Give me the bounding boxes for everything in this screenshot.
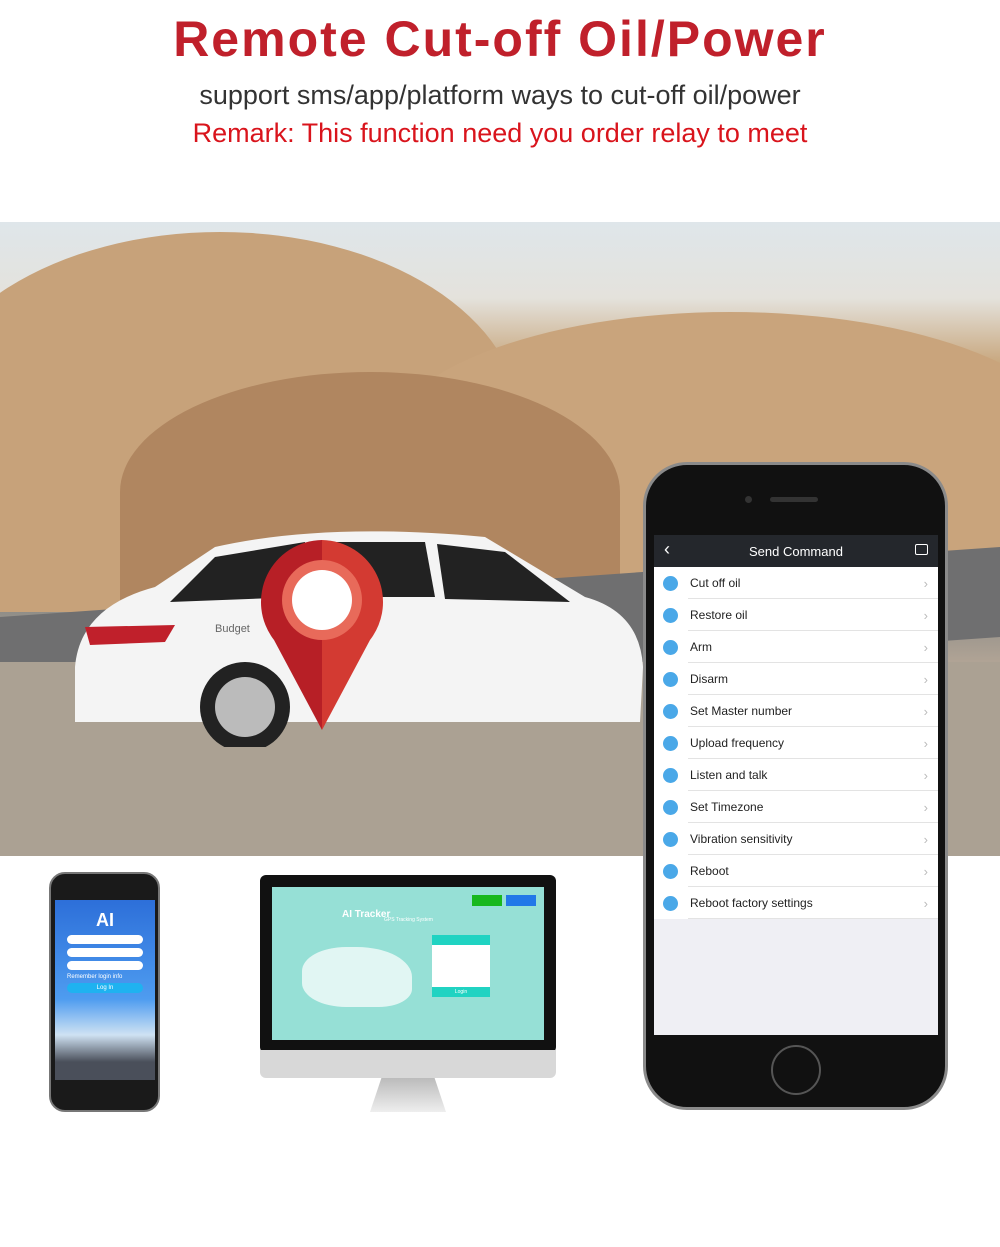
chevron-right-icon: › bbox=[923, 703, 928, 719]
command-item[interactable]: Listen and talk › bbox=[654, 759, 938, 791]
command-item[interactable]: Reboot › bbox=[654, 855, 938, 887]
subtitle: support sms/app/platform ways to cut-off… bbox=[199, 80, 801, 110]
username-field[interactable] bbox=[67, 935, 143, 944]
command-item[interactable]: Upload frequency › bbox=[654, 727, 938, 759]
app-title: Send Command bbox=[749, 543, 843, 559]
chevron-right-icon: › bbox=[923, 639, 928, 655]
command-item[interactable]: Arm › bbox=[654, 631, 938, 663]
chevron-right-icon: › bbox=[923, 607, 928, 623]
platform-login-button[interactable]: Login bbox=[432, 987, 490, 997]
world-map bbox=[302, 947, 412, 1007]
phone-icon bbox=[663, 703, 678, 719]
monitor-chin bbox=[260, 1050, 556, 1078]
oil-icon bbox=[663, 575, 678, 591]
command-label: Listen and talk bbox=[690, 768, 768, 782]
command-label: Set Timezone bbox=[690, 800, 764, 814]
monitor-icon bbox=[663, 863, 678, 879]
command-label: Disarm bbox=[690, 672, 728, 686]
platform-screen: AI Tracker GPS Tracking System Login bbox=[272, 887, 544, 1040]
app-header: ‹ Send Command bbox=[654, 535, 938, 567]
command-label: Cut off oil bbox=[690, 576, 741, 590]
command-label: Vibration sensitivity bbox=[690, 832, 793, 846]
chevron-right-icon: › bbox=[923, 863, 928, 879]
command-label: Restore oil bbox=[690, 608, 748, 622]
command-item[interactable]: Set Timezone › bbox=[654, 791, 938, 823]
command-item[interactable]: Reboot factory settings › bbox=[654, 887, 938, 919]
vibration-icon bbox=[663, 831, 678, 847]
home-button[interactable] bbox=[771, 1045, 821, 1095]
chevron-right-icon: › bbox=[923, 895, 928, 911]
message-icon[interactable] bbox=[915, 544, 928, 555]
monitor-stand bbox=[370, 1078, 446, 1112]
location-pin-icon bbox=[260, 540, 384, 730]
send-command-screen: ‹ Send Command Cut off oil › Restore oil › A… bbox=[654, 535, 938, 1035]
android-button[interactable] bbox=[472, 895, 502, 906]
moon-icon bbox=[663, 799, 678, 815]
oil-icon bbox=[663, 607, 678, 623]
chevron-right-icon: › bbox=[923, 671, 928, 687]
remember-checkbox[interactable]: Remember login info bbox=[67, 974, 143, 980]
command-item[interactable]: Restore oil › bbox=[654, 599, 938, 631]
camera bbox=[745, 496, 752, 503]
login-button[interactable]: Log In bbox=[67, 983, 143, 993]
chevron-right-icon: › bbox=[923, 735, 928, 751]
settings-icon bbox=[663, 895, 678, 911]
chevron-right-icon: › bbox=[923, 575, 928, 591]
password-field[interactable] bbox=[67, 948, 143, 957]
command-item[interactable]: Vibration sensitivity › bbox=[654, 823, 938, 855]
server-field[interactable] bbox=[67, 961, 143, 970]
platform-tagline: GPS Tracking System bbox=[384, 917, 433, 923]
chevron-right-icon: › bbox=[923, 767, 928, 783]
command-item[interactable]: Cut off oil › bbox=[654, 567, 938, 599]
iphone-button[interactable] bbox=[506, 895, 536, 906]
speaker bbox=[770, 497, 818, 502]
command-label: Reboot factory settings bbox=[690, 896, 813, 910]
upload-icon bbox=[663, 735, 678, 751]
page-title: Remote Cut-off Oil/Power bbox=[173, 11, 827, 67]
chevron-right-icon: › bbox=[923, 799, 928, 815]
phone-icon bbox=[663, 767, 678, 783]
lock-icon bbox=[663, 639, 678, 655]
app-logo: AI bbox=[96, 910, 114, 930]
car-brand: Budget bbox=[215, 623, 250, 635]
chevron-left-icon[interactable]: ‹ bbox=[664, 539, 670, 560]
command-label: Reboot bbox=[690, 864, 729, 878]
mobile-login-screen: AI Remember login info Log In bbox=[55, 900, 155, 1080]
command-item[interactable]: Set Master number › bbox=[654, 695, 938, 727]
command-label: Upload frequency bbox=[690, 736, 785, 750]
remark: Remark: This function need you order rel… bbox=[192, 118, 808, 148]
command-item[interactable]: Disarm › bbox=[654, 663, 938, 695]
command-label: Set Master number bbox=[690, 704, 793, 718]
flag-icon bbox=[663, 671, 678, 687]
chevron-right-icon: › bbox=[923, 831, 928, 847]
command-label: Arm bbox=[690, 640, 712, 654]
